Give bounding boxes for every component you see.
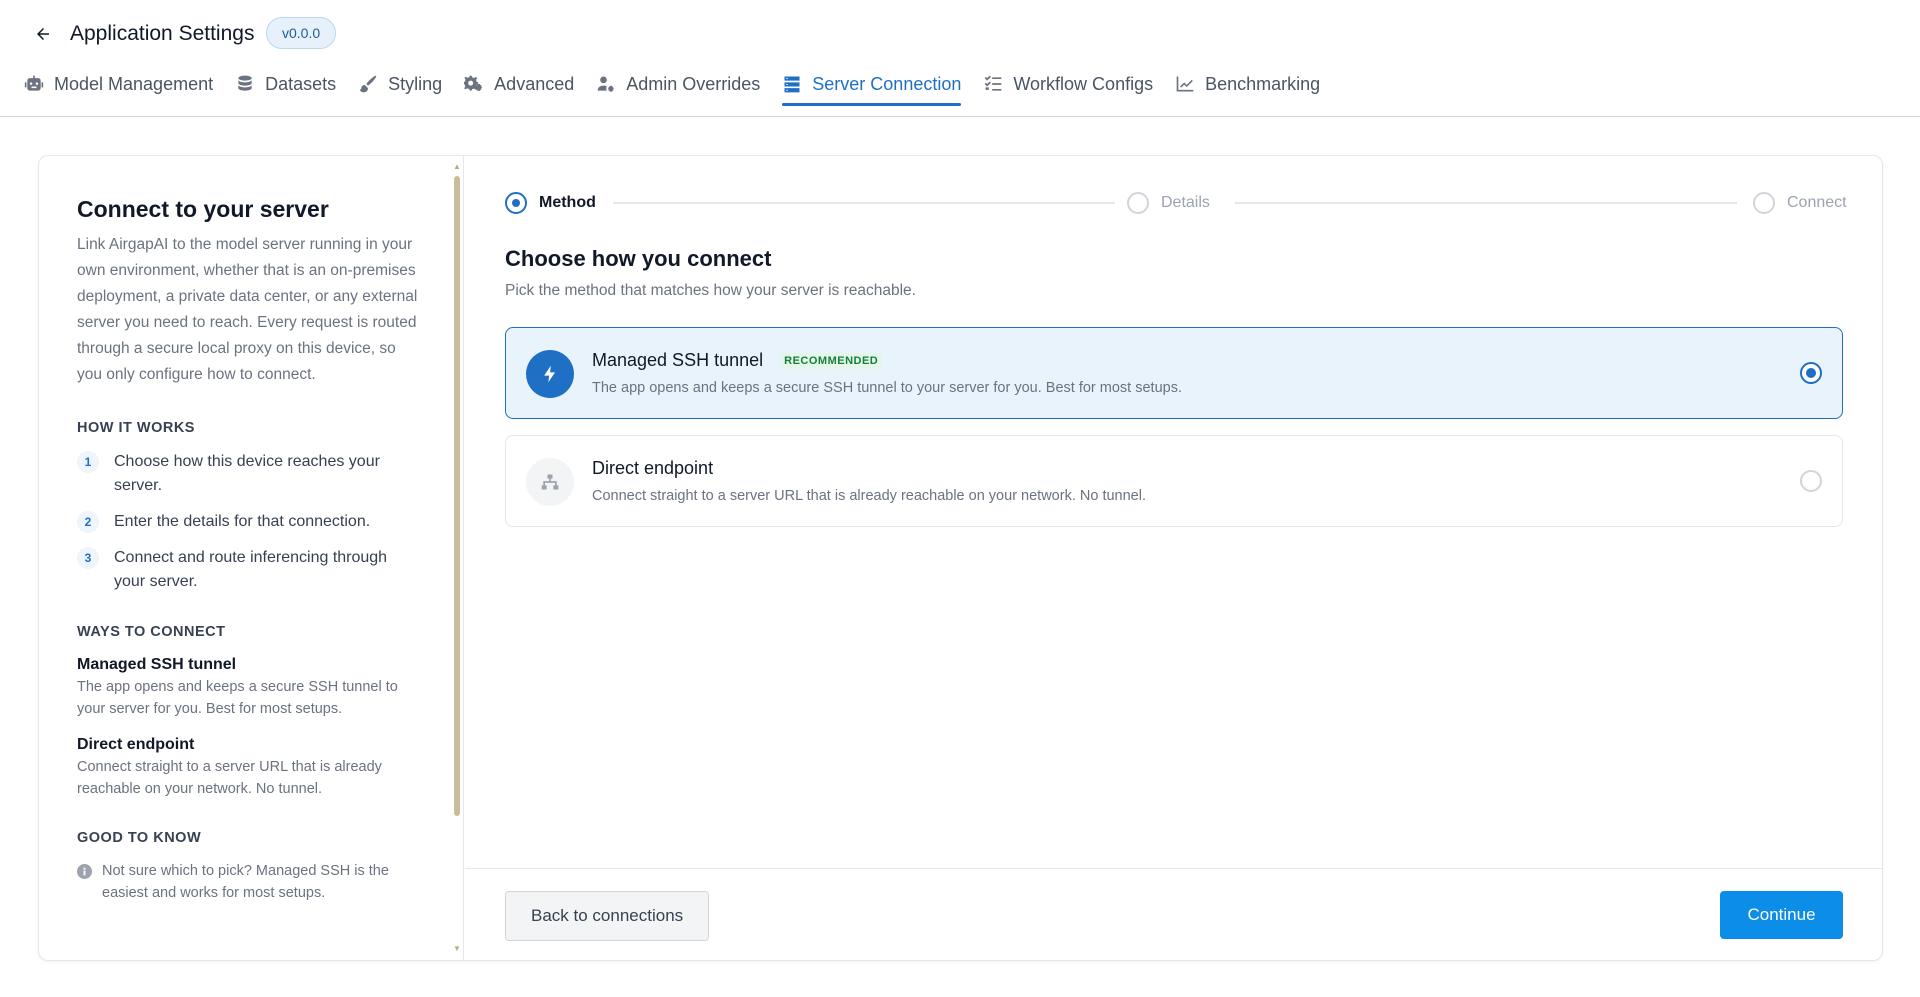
server-icon [782, 74, 802, 94]
option-managed-ssh-tunnel[interactable]: Managed SSH tunnel RECOMMENDED The app o… [505, 327, 1843, 419]
sidebar-title: Connect to your server [77, 196, 329, 222]
database-icon [235, 74, 255, 94]
section-subtitle: Pick the method that matches how your se… [505, 282, 916, 299]
tab-model-management[interactable]: Model Management [24, 64, 213, 104]
tab-label: Workflow Configs [1013, 73, 1154, 94]
way-description: Connect straight to a server URL that is… [77, 759, 382, 797]
step-number: 1 [77, 451, 99, 473]
list-check-icon [983, 74, 1003, 94]
ways-to-connect-heading: WAYS TO CONNECT [77, 624, 226, 640]
list-item: 2 Enter the details for that connection. [77, 510, 422, 534]
way-title: Managed SSH tunnel [77, 656, 237, 673]
step-indicator [505, 192, 527, 214]
step-connect: Connect [1753, 190, 1847, 216]
option-direct-endpoint[interactable]: Direct endpoint Connect straight to a se… [505, 435, 1843, 527]
list-item: 1 Choose how this device reaches your se… [77, 450, 422, 498]
option-radio[interactable] [1800, 362, 1822, 384]
scroll-up-icon[interactable]: ▲ [453, 162, 461, 171]
info-sidebar[interactable]: Connect to your server Link AirgapAI to … [39, 156, 464, 960]
user-gear-icon [596, 74, 616, 94]
step-label: Method [539, 194, 596, 211]
scrollbar-thumb[interactable] [454, 176, 460, 816]
option-description: The app opens and keeps a secure SSH tun… [592, 380, 1182, 396]
paintbrush-icon [358, 74, 378, 94]
tab-admin-overrides[interactable]: Admin Overrides [596, 64, 760, 104]
wizard-footer: Back to connections Continue [465, 868, 1882, 960]
tab-label: Advanced [494, 73, 575, 94]
step-text: Enter the details for that connection. [114, 513, 371, 530]
tab-label: Datasets [265, 73, 337, 94]
step-label: Connect [1787, 194, 1847, 211]
tab-datasets[interactable]: Datasets [235, 64, 336, 104]
tab-styling[interactable]: Styling [358, 64, 442, 104]
section-title: Choose how you connect [505, 246, 772, 271]
back-button[interactable] [26, 17, 60, 51]
tab-workflow-configs[interactable]: Workflow Configs [983, 64, 1153, 104]
step-details: Details [1127, 190, 1210, 216]
sidebar-scrollbar[interactable]: ▲ ▼ [453, 162, 461, 953]
good-to-know-text: Not sure which to pick? Managed SSH is t… [102, 863, 389, 901]
info-icon [77, 864, 92, 879]
sidebar-description: Link AirgapAI to the model server runnin… [77, 236, 418, 383]
tab-label: Benchmarking [1205, 73, 1321, 94]
how-it-works-heading: HOW IT WORKS [77, 420, 195, 436]
tab-label: Styling [388, 73, 443, 94]
gears-icon [464, 74, 484, 94]
continue-button[interactable]: Continue [1720, 891, 1843, 939]
tab-label: Server Connection [812, 73, 962, 94]
tab-label: Model Management [54, 73, 214, 94]
server-connection-card: Connect to your server Link AirgapAI to … [38, 155, 1883, 961]
progress-stepper: Method Details Connect [505, 190, 1847, 216]
step-connector [613, 202, 1115, 204]
tab-label: Admin Overrides [626, 73, 761, 94]
bolt-icon [526, 350, 574, 398]
step-label: Details [1161, 194, 1210, 211]
app-header: Application Settings v0.0.0 Model Manage… [0, 0, 1920, 117]
step-indicator [1753, 192, 1775, 214]
chart-line-icon [1175, 74, 1195, 94]
recommended-badge: RECOMMENDED [780, 352, 883, 369]
version-badge: v0.0.0 [266, 17, 337, 49]
list-item: 3 Connect and route inferencing through … [77, 546, 422, 594]
step-indicator [1127, 192, 1149, 214]
step-text: Choose how this device reaches your serv… [114, 453, 380, 494]
way-title: Direct endpoint [77, 736, 195, 753]
robot-icon [24, 74, 44, 94]
settings-tabs: Model Management Datasets Styling Advanc… [24, 64, 1342, 106]
tab-advanced[interactable]: Advanced [464, 64, 574, 104]
scroll-down-icon[interactable]: ▼ [453, 944, 461, 953]
tab-benchmarking[interactable]: Benchmarking [1175, 64, 1320, 104]
back-to-connections-button[interactable]: Back to connections [505, 891, 710, 941]
step-connector [1235, 202, 1737, 204]
option-radio[interactable] [1800, 470, 1822, 492]
option-title: Direct endpoint [592, 458, 714, 478]
network-icon [526, 458, 574, 506]
step-method: Method [505, 190, 596, 216]
good-to-know-heading: GOOD TO KNOW [77, 830, 202, 846]
step-number: 2 [77, 511, 99, 533]
way-description: The app opens and keeps a secure SSH tun… [77, 679, 398, 717]
main-panel: Method Details Connect Choose how you co… [465, 156, 1882, 960]
tab-server-connection[interactable]: Server Connection [782, 64, 962, 106]
good-to-know-item: Not sure which to pick? Managed SSH is t… [77, 860, 422, 904]
step-text: Connect and route inferencing through yo… [114, 549, 388, 590]
page-title: Application Settings [70, 22, 255, 45]
arrow-left-icon [37, 28, 49, 40]
option-description: Connect straight to a server URL that is… [592, 488, 1146, 504]
step-number: 3 [77, 547, 99, 569]
option-title: Managed SSH tunnel [592, 350, 764, 370]
